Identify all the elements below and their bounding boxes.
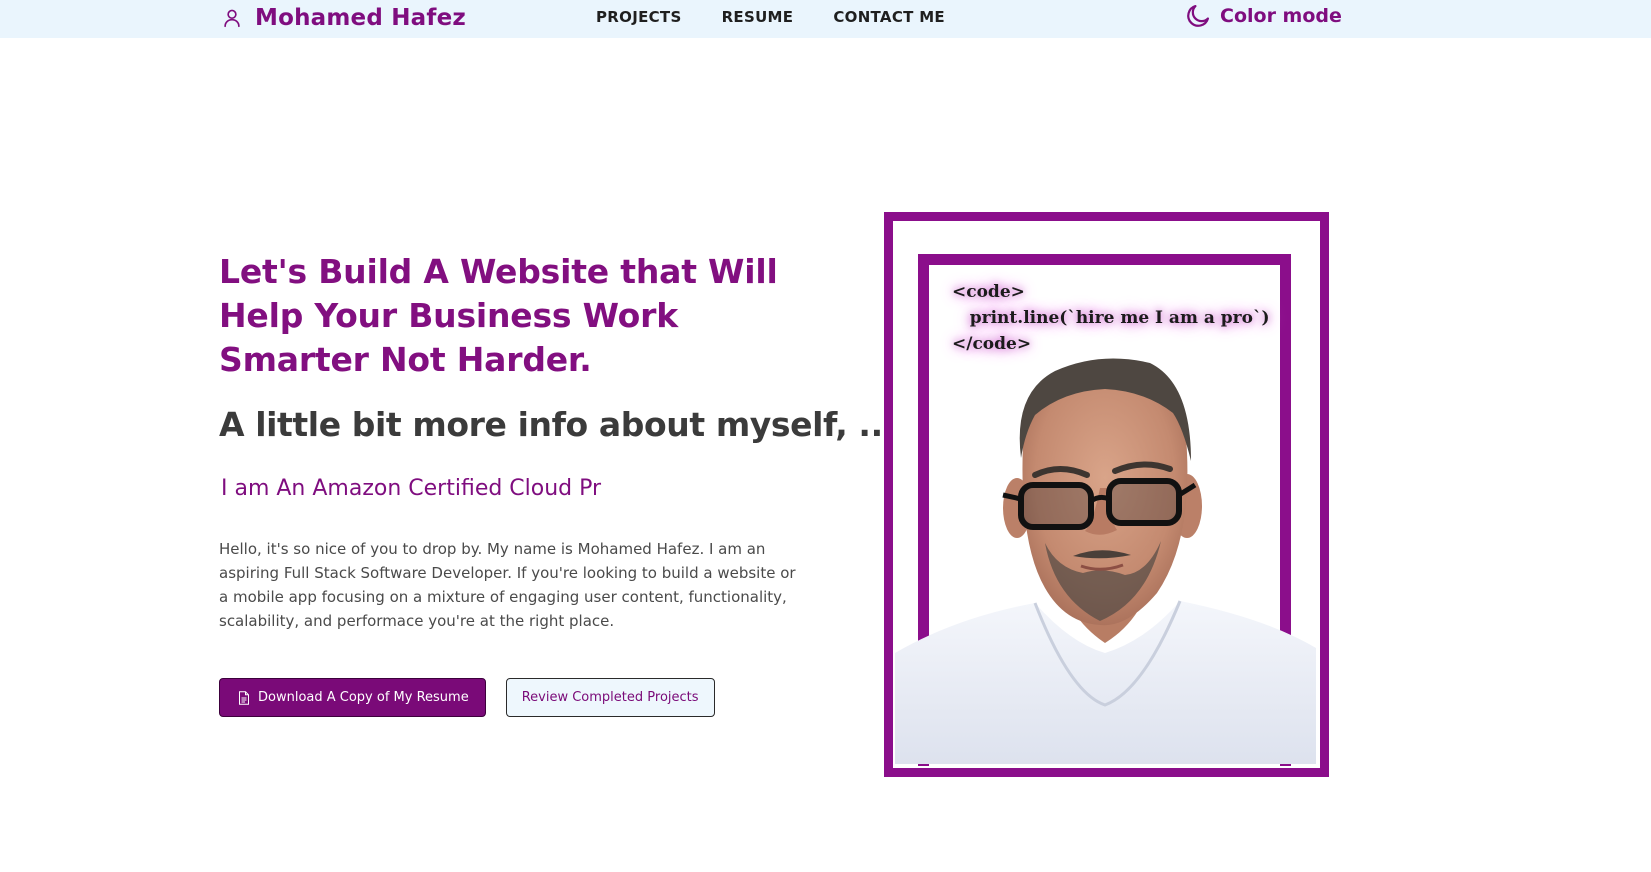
code-line-print: print.line(`hire me I am a pro`) [952, 308, 1270, 328]
document-icon [238, 690, 250, 705]
color-mode-toggle[interactable]: Color mode [1184, 0, 1342, 32]
navbar: Mohamed Hafez PROJECTS RESUME CONTACT ME… [0, 0, 1651, 38]
brand-link[interactable]: Mohamed Hafez [221, 2, 466, 34]
nav-link-contact-me[interactable]: CONTACT ME [833, 6, 945, 28]
download-resume-label: Download A Copy of My Resume [258, 690, 469, 705]
review-projects-button[interactable]: Review Completed Projects [505, 678, 715, 717]
hero-subheadline: A little bit more info about myself, ... [219, 405, 895, 444]
hero-headline: Let's Build A Website that Will Help You… [219, 252, 778, 379]
typewriter-text: I am An Amazon Certified Cloud Pr [221, 476, 602, 501]
hero-content: Let's Build A Website that Will Help You… [219, 250, 895, 717]
portrait-frame: <code> print.line(`hire me I am a pro`) … [884, 212, 1329, 777]
user-icon [221, 7, 243, 29]
code-overlay: <code> print.line(`hire me I am a pro`) … [952, 279, 1270, 357]
nav-links: PROJECTS RESUME CONTACT ME [596, 6, 945, 28]
nav-link-projects[interactable]: PROJECTS [596, 6, 682, 28]
brand-name: Mohamed Hafez [255, 5, 466, 31]
review-projects-label: Review Completed Projects [521, 690, 699, 705]
hero-actions: Download A Copy of My Resume Review Comp… [219, 678, 819, 717]
nav-link-resume[interactable]: RESUME [722, 6, 794, 28]
code-line-close: </code> [952, 334, 1032, 354]
code-line-open: <code> [952, 282, 1025, 302]
moon-icon [1184, 2, 1212, 30]
portrait-image: <code> print.line(`hire me I am a pro`) … [895, 223, 1318, 766]
intro-paragraph: Hello, it's so nice of you to drop by. M… [219, 540, 796, 630]
color-mode-label: Color mode [1220, 5, 1342, 27]
download-resume-button[interactable]: Download A Copy of My Resume [219, 678, 486, 717]
